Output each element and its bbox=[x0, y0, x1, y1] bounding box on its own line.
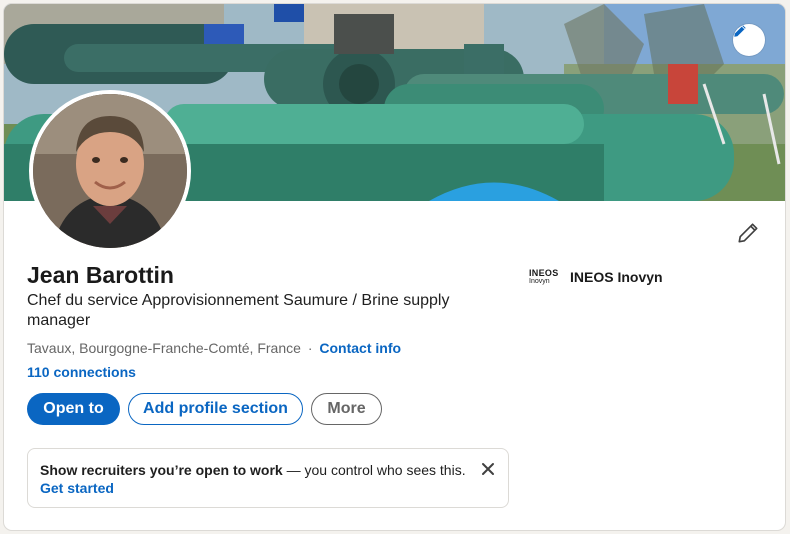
connections-link[interactable]: 110 connections bbox=[27, 364, 136, 380]
company-name: INEOS Inovyn bbox=[570, 269, 663, 285]
edit-intro-button[interactable] bbox=[733, 218, 763, 248]
location-row: Tavaux, Bourgogne-Franche-Comté, France … bbox=[27, 340, 401, 356]
profile-headline: Chef du service Approvisionnement Saumur… bbox=[27, 292, 450, 329]
contact-info-link[interactable]: Contact info bbox=[319, 340, 401, 356]
notice-text: Show recruiters you’re open to work — yo… bbox=[40, 462, 466, 478]
company-logo-line2: Inovyn bbox=[529, 278, 550, 285]
profile-location: Tavaux, Bourgogne-Franche-Comté, France bbox=[27, 340, 301, 356]
get-started-link[interactable]: Get started bbox=[40, 480, 114, 496]
profile-card: Jean Barottin Chef du service Approvisio… bbox=[3, 3, 786, 531]
company-logo: INEOS Inovyn bbox=[529, 266, 563, 288]
close-icon[interactable] bbox=[480, 461, 496, 477]
notice-bold-text: Show recruiters you’re open to work bbox=[40, 462, 283, 478]
current-company[interactable]: INEOS Inovyn INEOS Inovyn bbox=[529, 266, 663, 288]
profile-name: Jean Barottin bbox=[27, 262, 174, 288]
more-button[interactable]: More bbox=[311, 393, 382, 425]
separator: · bbox=[307, 340, 313, 356]
avatar-image bbox=[33, 94, 187, 248]
edit-banner-button[interactable] bbox=[733, 24, 765, 56]
pencil-icon bbox=[738, 223, 758, 243]
pencil-icon bbox=[734, 25, 746, 37]
profile-photo[interactable] bbox=[29, 90, 191, 252]
add-profile-section-button[interactable]: Add profile section bbox=[128, 393, 303, 425]
open-to-button[interactable]: Open to bbox=[27, 393, 120, 425]
company-logo-line1: INEOS bbox=[529, 268, 559, 278]
notice-rest-text: — you control who sees this. bbox=[282, 462, 466, 478]
open-to-work-notice: Show recruiters you’re open to work — yo… bbox=[27, 448, 509, 508]
